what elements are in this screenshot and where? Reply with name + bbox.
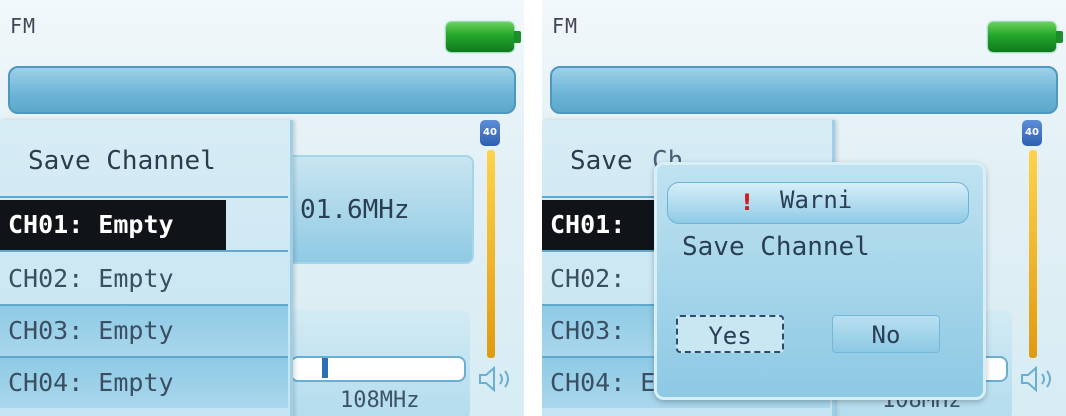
volume-level-badge: 40 (1022, 120, 1042, 146)
dialog-message: Save Channel (682, 232, 870, 262)
menu-title: Save Channel (28, 146, 216, 176)
volume-slider[interactable] (487, 150, 495, 358)
dialog-title: Warni (780, 186, 853, 214)
top-status-bar (550, 66, 1058, 114)
screen-right: FM 40 108MHz Save Ch CH01: CH02: CH03: C… (542, 0, 1066, 416)
speaker-icon[interactable] (476, 364, 516, 394)
frequency-readout: 01.6MHz (300, 195, 410, 225)
battery-icon (988, 22, 1063, 52)
menu-item-ch01[interactable]: CH01: Empty (0, 200, 226, 250)
battery-icon (446, 22, 521, 52)
volume-slider[interactable] (1029, 150, 1037, 358)
yes-button[interactable]: Yes (676, 315, 784, 353)
volume-level-badge: 40 (480, 120, 500, 146)
warning-icon: ! (742, 191, 753, 216)
tuning-slider-thumb[interactable] (322, 358, 328, 378)
menu-item-ch04[interactable]: CH04: Empty (0, 358, 288, 408)
menu-item-ch03[interactable]: CH03: Empty (0, 306, 288, 356)
menu-item-ch02[interactable]: CH02: Empty (0, 254, 288, 304)
no-button[interactable]: No (832, 315, 940, 353)
menu-item-ch01[interactable]: CH01: (542, 200, 662, 250)
app-title: FM (10, 14, 37, 38)
speaker-icon[interactable] (1018, 364, 1058, 394)
tuning-slider[interactable] (290, 356, 466, 382)
screen-left: FM 01.6MHz 40 108MHz Save Channel CH01: … (0, 0, 524, 416)
menu-divider (0, 196, 288, 198)
menu-title: Save (570, 146, 633, 176)
range-label: 108MHz (340, 388, 420, 413)
top-status-bar (8, 66, 516, 114)
menu-divider (0, 250, 288, 252)
app-title: FM (552, 14, 579, 38)
